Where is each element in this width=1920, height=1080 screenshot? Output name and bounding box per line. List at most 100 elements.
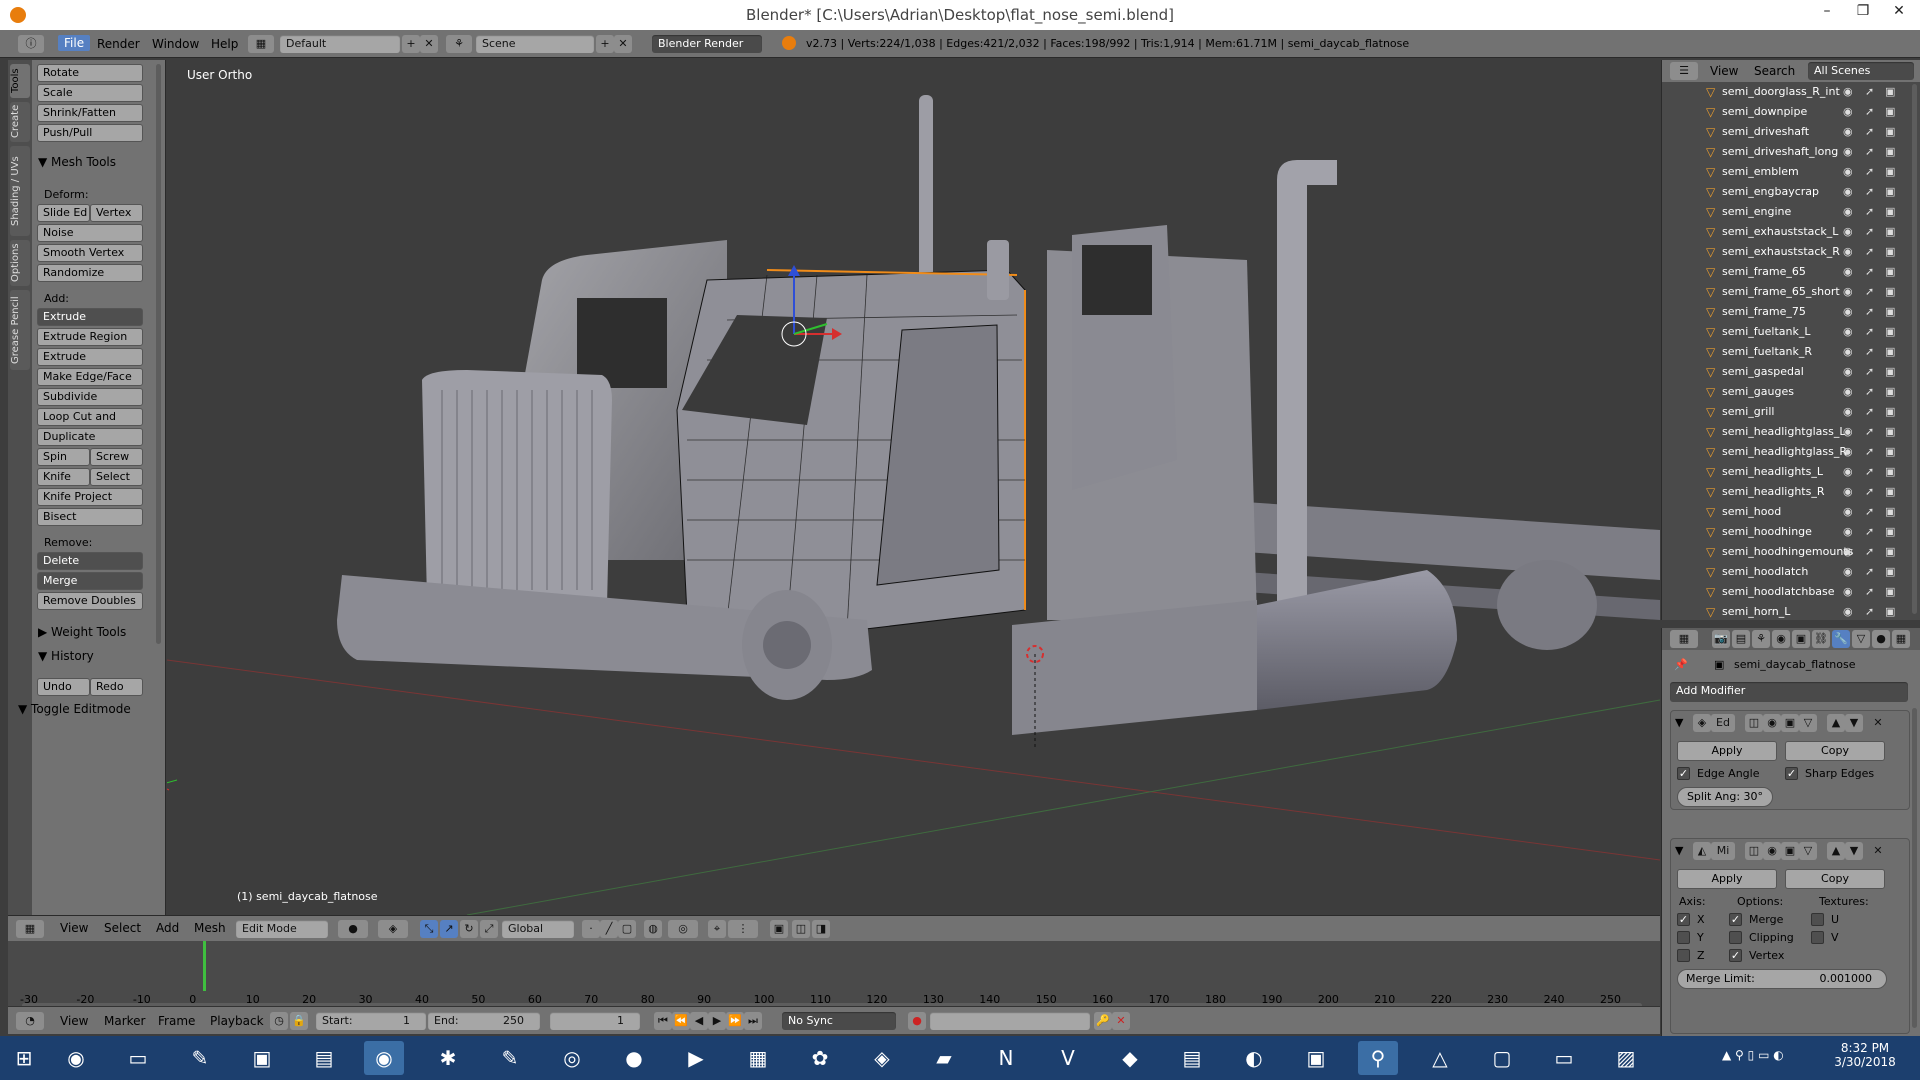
visibility-eye-icon[interactable]: ◉ — [1843, 505, 1853, 518]
visibility-eye-icon[interactable]: ◉ — [1843, 425, 1853, 438]
render-camera-icon[interactable]: ▣ — [1885, 265, 1895, 278]
edge-select-icon[interactable]: ╱ — [600, 920, 618, 938]
outliner-item[interactable]: ▽ semi_driveshaft ◉ ➚ ▣ — [1662, 122, 1908, 142]
vertex-checkbox[interactable]: ✓ — [1729, 949, 1742, 962]
mesh-tools-header[interactable]: ▼ Mesh Tools — [38, 155, 116, 169]
scene-field[interactable]: Scene — [476, 35, 594, 53]
keying-set-field[interactable] — [930, 1012, 1090, 1030]
layout-icon[interactable]: ▦ — [248, 35, 274, 53]
outliner-item[interactable]: ▽ semi_doorglass_R_int ◉ ➚ ▣ — [1662, 82, 1908, 102]
visibility-eye-icon[interactable]: ◉ — [1843, 285, 1853, 298]
apply-button[interactable]: Apply — [1677, 741, 1777, 761]
render-camera-icon[interactable]: ▣ — [1885, 285, 1895, 298]
record-icon[interactable]: ● — [908, 1012, 926, 1030]
tab-shading-uvs[interactable]: Shading / UVs — [10, 146, 30, 236]
folder-app-icon[interactable]: ▰ — [924, 1041, 964, 1075]
sync-select[interactable]: No Sync — [782, 1012, 896, 1030]
render-anim-icon[interactable]: ◨ — [812, 920, 830, 938]
axis-x-checkbox[interactable]: ✓ — [1677, 913, 1690, 926]
modifier-name-field[interactable]: Mi — [1711, 842, 1735, 860]
editor-type-icon[interactable]: ▦ — [16, 920, 44, 938]
clock[interactable]: 8:32 PM 3/30/2018 — [1830, 1041, 1900, 1069]
remove-scene-icon[interactable]: ✕ — [614, 35, 632, 53]
outliner-item[interactable]: ▽ semi_gauges ◉ ➚ ▣ — [1662, 382, 1908, 402]
randomize-button[interactable]: Randomize — [37, 264, 143, 282]
selectability-arrow-icon[interactable]: ➚ — [1865, 365, 1874, 378]
notepad-icon[interactable]: ✎ — [180, 1041, 220, 1075]
add-modifier-select[interactable]: Add Modifier — [1670, 682, 1908, 702]
move-down-icon[interactable]: ▼ — [1845, 714, 1863, 732]
axis-y-checkbox[interactable] — [1677, 931, 1690, 944]
current-frame-marker[interactable] — [203, 941, 206, 991]
visibility-eye-icon[interactable]: ◉ — [1843, 265, 1853, 278]
merge-select[interactable]: Merge — [37, 572, 143, 590]
sharp-edges-checkbox[interactable]: ✓ — [1785, 767, 1798, 780]
outliner-item[interactable]: ▽ semi_fueltank_R ◉ ➚ ▣ — [1662, 342, 1908, 362]
menu-mesh[interactable]: Mesh — [194, 921, 226, 935]
outliner-item[interactable]: ▽ semi_gaspedal ◉ ➚ ▣ — [1662, 362, 1908, 382]
jump-start-icon[interactable]: ⏮ — [654, 1012, 672, 1030]
selectability-arrow-icon[interactable]: ➚ — [1865, 525, 1874, 538]
tray-icons[interactable]: ▲ ⚲ ▯ ▭ ◐ — [1722, 1048, 1784, 1062]
steam-icon[interactable]: ◎ — [552, 1041, 592, 1075]
editor-type-icon[interactable]: ☰ — [1670, 62, 1698, 80]
render-toggle-icon[interactable]: ◫ — [1745, 714, 1763, 732]
game-app-icon[interactable]: ◈ — [862, 1041, 902, 1075]
outliner-item[interactable]: ▽ semi_exhauststack_L ◉ ➚ ▣ — [1662, 222, 1908, 242]
render-camera-icon[interactable]: ▣ — [1885, 245, 1895, 258]
material-tab-icon[interactable]: ● — [1872, 630, 1890, 648]
tool-shelf-scrollbar[interactable] — [156, 64, 161, 644]
render-tab-icon[interactable]: 📷 — [1712, 630, 1730, 648]
editor-type-icon[interactable]: ◔ — [16, 1012, 44, 1030]
visibility-eye-icon[interactable]: ◉ — [1843, 125, 1853, 138]
render-camera-icon[interactable]: ▣ — [1885, 545, 1895, 558]
editmode-toggle-icon[interactable]: ▣ — [1781, 714, 1799, 732]
visibility-eye-icon[interactable]: ◉ — [1843, 585, 1853, 598]
image-app-icon[interactable]: ▦ — [738, 1041, 778, 1075]
outliner-item[interactable]: ▽ semi_emblem ◉ ➚ ▣ — [1662, 162, 1908, 182]
render-preview-icon[interactable]: ▣ — [770, 920, 788, 938]
selectability-arrow-icon[interactable]: ➚ — [1865, 245, 1874, 258]
selectability-arrow-icon[interactable]: ➚ — [1865, 405, 1874, 418]
jump-key-forward-icon[interactable]: ⏩ — [726, 1012, 744, 1030]
knife-button[interactable]: Knife — [37, 468, 90, 486]
outliner-item[interactable]: ▽ semi_exhauststack_R ◉ ➚ ▣ — [1662, 242, 1908, 262]
outliner-item[interactable]: ▽ semi_headlightglass_L ◉ ➚ ▣ — [1662, 422, 1908, 442]
screw-button[interactable]: Screw — [90, 448, 143, 466]
chrome-icon[interactable]: ◉ — [56, 1041, 96, 1075]
make-edge-face-button[interactable]: Make Edge/Face — [37, 368, 143, 386]
duplicate-button[interactable]: Duplicate — [37, 428, 143, 446]
move-down-icon[interactable]: ▼ — [1845, 842, 1863, 860]
axis-z-checkbox[interactable] — [1677, 949, 1690, 962]
collapse-triangle-icon[interactable]: ▼ — [1675, 716, 1683, 729]
selectability-arrow-icon[interactable]: ➚ — [1865, 185, 1874, 198]
undo-button[interactable]: Undo — [37, 678, 90, 696]
outliner-item[interactable]: ▽ semi_hoodhinge ◉ ➚ ▣ — [1662, 522, 1908, 542]
rotate-icon[interactable]: ↻ — [460, 920, 478, 938]
maximize-button[interactable]: ❐ — [1846, 0, 1880, 24]
menu-file[interactable]: File — [58, 35, 91, 51]
selectability-arrow-icon[interactable]: ➚ — [1865, 205, 1874, 218]
cube-app-icon[interactable]: ◆ — [1110, 1041, 1150, 1075]
menu-view[interactable]: View — [60, 921, 88, 935]
visibility-eye-icon[interactable]: ◉ — [1843, 405, 1853, 418]
smooth-vertex-button[interactable]: Smooth Vertex — [37, 244, 143, 262]
visibility-eye-icon[interactable]: ◉ — [1843, 345, 1853, 358]
knife-project-button[interactable]: Knife Project — [37, 488, 143, 506]
usb-app-icon[interactable]: ⚲ — [1358, 1041, 1398, 1075]
toggle-editmode-header[interactable]: ▼ Toggle Editmode — [18, 702, 131, 716]
visibility-eye-icon[interactable]: ◉ — [1843, 385, 1853, 398]
split-angle-field[interactable]: Split Ang: 30° — [1677, 787, 1773, 807]
file-explorer-icon[interactable]: ▭ — [118, 1041, 158, 1075]
render-camera-icon[interactable]: ▣ — [1885, 425, 1895, 438]
menu-search[interactable]: Search — [1754, 64, 1795, 78]
snap-icon[interactable]: ⌖ — [708, 920, 726, 938]
preview-range-icon[interactable]: ◷ — [270, 1012, 288, 1030]
render-camera-icon[interactable]: ▣ — [1885, 105, 1895, 118]
render-camera-icon[interactable]: ▣ — [1885, 85, 1895, 98]
collapse-triangle-icon[interactable]: ▼ — [1675, 844, 1683, 857]
remove-modifier-icon[interactable]: ✕ — [1869, 714, 1887, 732]
selectability-arrow-icon[interactable]: ➚ — [1865, 125, 1874, 138]
edge-angle-checkbox[interactable]: ✓ — [1677, 767, 1690, 780]
push-pull-button[interactable]: Push/Pull — [37, 124, 143, 142]
